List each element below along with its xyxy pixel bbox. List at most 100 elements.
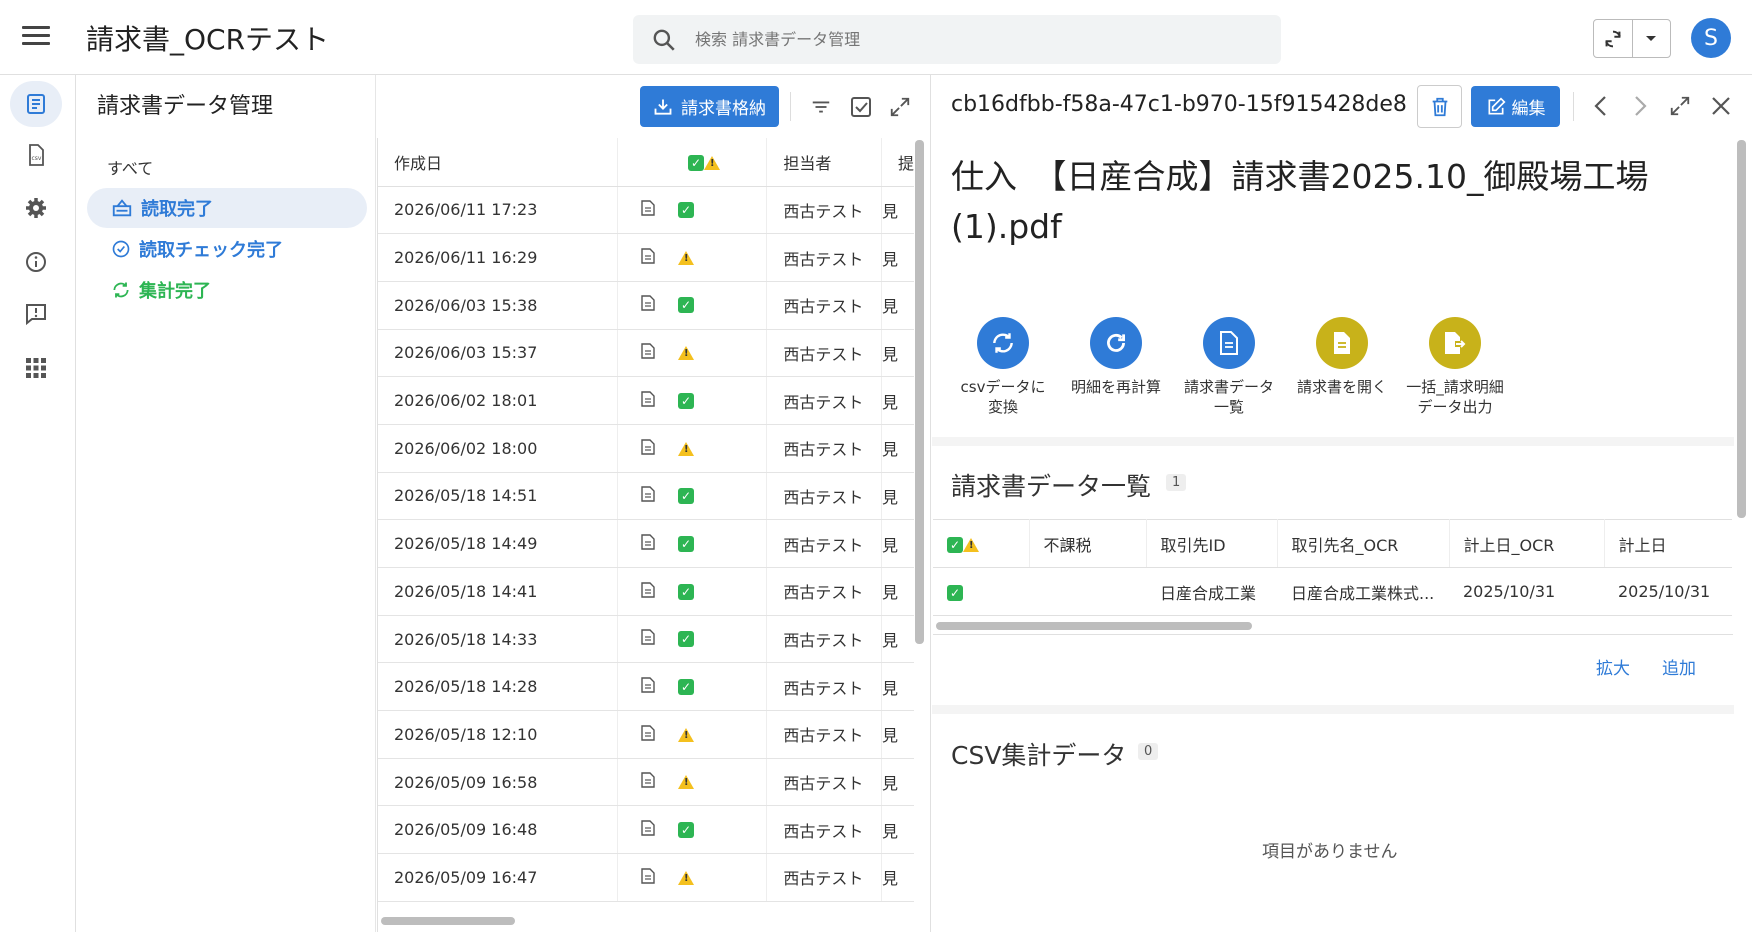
select-mode-button[interactable] [846,92,876,122]
detail-vertical-scrollbar[interactable] [1737,140,1746,518]
delete-button[interactable] [1417,85,1462,128]
search-input[interactable] [695,15,1255,64]
cell-created: 2026/05/18 14:28 [378,662,619,712]
edit-button[interactable]: 編集 [1471,86,1560,127]
add-button[interactable]: 追加 [1662,654,1696,679]
cell-date: 2025/10/31 [1604,567,1732,616]
items-col-partner-id[interactable]: 取引先ID [1146,519,1278,568]
table-row[interactable]: 2026/06/03 15:38 ✓ 西古テスト見 [378,281,914,330]
col-created[interactable]: 作成日 [378,138,619,187]
document-icon[interactable] [618,200,678,220]
cell-extra: 見 [881,329,914,378]
cell-extra: 見 [881,186,914,235]
table-row[interactable]: 2026/05/18 14:51 ✓ 西古テスト見 [378,472,914,521]
zoom-button[interactable]: 拡大 [1596,654,1630,679]
rail-settings[interactable] [10,185,62,231]
table-row[interactable]: ✓ 日産合成工業 日産合成工業株式... 2025/10/31 2025/10/31 [933,567,1732,616]
document-icon[interactable] [618,295,678,315]
rail-invoice-list[interactable] [10,81,62,127]
action-document-button[interactable]: 請求書データ 一覧 [1173,317,1285,417]
cell-status [617,853,768,902]
menu-icon[interactable] [22,26,50,48]
rail-info[interactable] [10,239,62,285]
document-icon[interactable] [618,724,678,745]
document-icon[interactable] [618,868,678,888]
table-row[interactable]: 2026/06/03 15:37 西古テスト見 [378,329,914,378]
check-icon: ✓ [678,297,695,314]
items-col-partner-name[interactable]: 取引先名_OCR [1277,519,1450,568]
nav-item-1[interactable]: 読取チェック完了 [87,229,367,269]
avatar[interactable]: S [1691,18,1731,58]
table-row[interactable]: 2026/06/11 16:29 西古テスト見 [378,233,914,282]
document-icon[interactable] [618,486,678,506]
items-horizontal-scrollbar[interactable] [936,622,1252,630]
store-invoice-button[interactable]: 請求書格納 [640,86,779,127]
cell-extra: 見 [881,376,914,425]
rail-feedback[interactable] [10,291,62,337]
list-horizontal-scrollbar[interactable] [381,917,515,925]
table-row[interactable]: 2026/05/18 14:49 ✓ 西古テスト見 [378,519,914,568]
previous-button[interactable] [1586,91,1616,121]
sync-dropdown-button[interactable] [1631,20,1670,57]
next-button[interactable] [1625,91,1655,121]
action-file-button[interactable]: 請求書を開く [1286,317,1398,397]
cell-assignee: 西古テスト [766,233,882,282]
cell-created: 2026/05/18 14:49 [378,519,619,568]
nav-item-2[interactable]: 集計完了 [87,270,367,310]
action-sync-button[interactable]: csvデータに 変換 [947,317,1059,417]
document-icon[interactable] [618,677,678,697]
cell-status [617,233,768,282]
sync-button[interactable] [1594,20,1632,57]
cell-partner-name: 日産合成工業株式... [1277,567,1449,616]
items-col-tax[interactable]: 不課税 [1029,519,1147,568]
rail-csv[interactable]: csv [10,132,62,178]
document-icon[interactable] [618,629,678,649]
document-icon[interactable] [618,534,678,554]
filter-button[interactable] [806,92,836,122]
table-row[interactable]: 2026/06/11 17:23 ✓ 西古テスト見 [378,186,914,235]
col-extra[interactable]: 提 [881,138,914,187]
nav-all[interactable]: すべて [107,155,153,179]
table-row[interactable]: 2026/05/09 16:47 西古テスト見 [378,853,914,902]
table-row[interactable]: 2026/05/09 16:48 ✓ 西古テスト見 [378,805,914,855]
expand-detail-button[interactable] [1665,91,1695,121]
action-redo-button[interactable]: 明細を再計算 [1060,317,1172,397]
nav-item-0[interactable]: 読取完了 [87,188,367,228]
cell-status: ✓ [617,519,768,568]
table-header-row: 作成日 ✓ 担当者 提 [378,138,914,187]
document-icon[interactable] [618,772,678,792]
expand-list-button[interactable] [885,92,915,122]
redo-icon [1090,317,1142,369]
document-icon[interactable] [618,581,678,602]
close-button[interactable] [1706,91,1736,121]
col-assignee[interactable]: 担当者 [766,138,882,187]
table-row[interactable]: 2026/05/18 12:10 西古テスト見 [378,710,914,759]
cell-created: 2026/06/02 18:00 [378,424,619,473]
col-status[interactable]: ✓ [617,138,768,187]
items-divider [933,634,1733,635]
list-vertical-scrollbar[interactable] [915,140,924,644]
document-icon[interactable] [618,391,678,411]
document-icon[interactable] [618,438,678,459]
items-col-date[interactable]: 計上日 [1604,519,1732,568]
document-icon[interactable] [618,248,678,268]
cell-extra: 見 [881,662,914,712]
rail-apps[interactable] [10,345,62,391]
table-row[interactable]: 2026/05/18 14:33 ✓ 西古テスト見 [378,615,914,664]
table-row[interactable]: 2026/06/02 18:00 西古テスト見 [378,424,914,473]
check-icon: ✓ [678,678,695,695]
search-box[interactable] [633,15,1281,64]
cell-status [617,758,768,807]
table-row[interactable]: 2026/05/18 14:28 ✓ 西古テスト見 [378,662,914,712]
document-icon[interactable] [618,820,678,840]
table-row[interactable]: 2026/06/02 18:01 ✓ 西古テスト見 [378,376,914,425]
document-icon[interactable] [618,343,678,363]
items-col-date-ocr[interactable]: 計上日_OCR [1449,519,1605,568]
table-row[interactable]: 2026/05/18 14:41 ✓ 西古テスト見 [378,567,914,616]
table-row[interactable]: 2026/05/09 16:58 西古テスト見 [378,758,914,807]
check-icon: ✓ [678,202,695,219]
cell-status [617,710,768,759]
items-col-status[interactable]: ✓ [933,519,1030,568]
app-title: 請求書_OCRテスト [86,23,330,56]
action-export-button[interactable]: 一括_請求明細 データ出力 [1399,317,1511,417]
